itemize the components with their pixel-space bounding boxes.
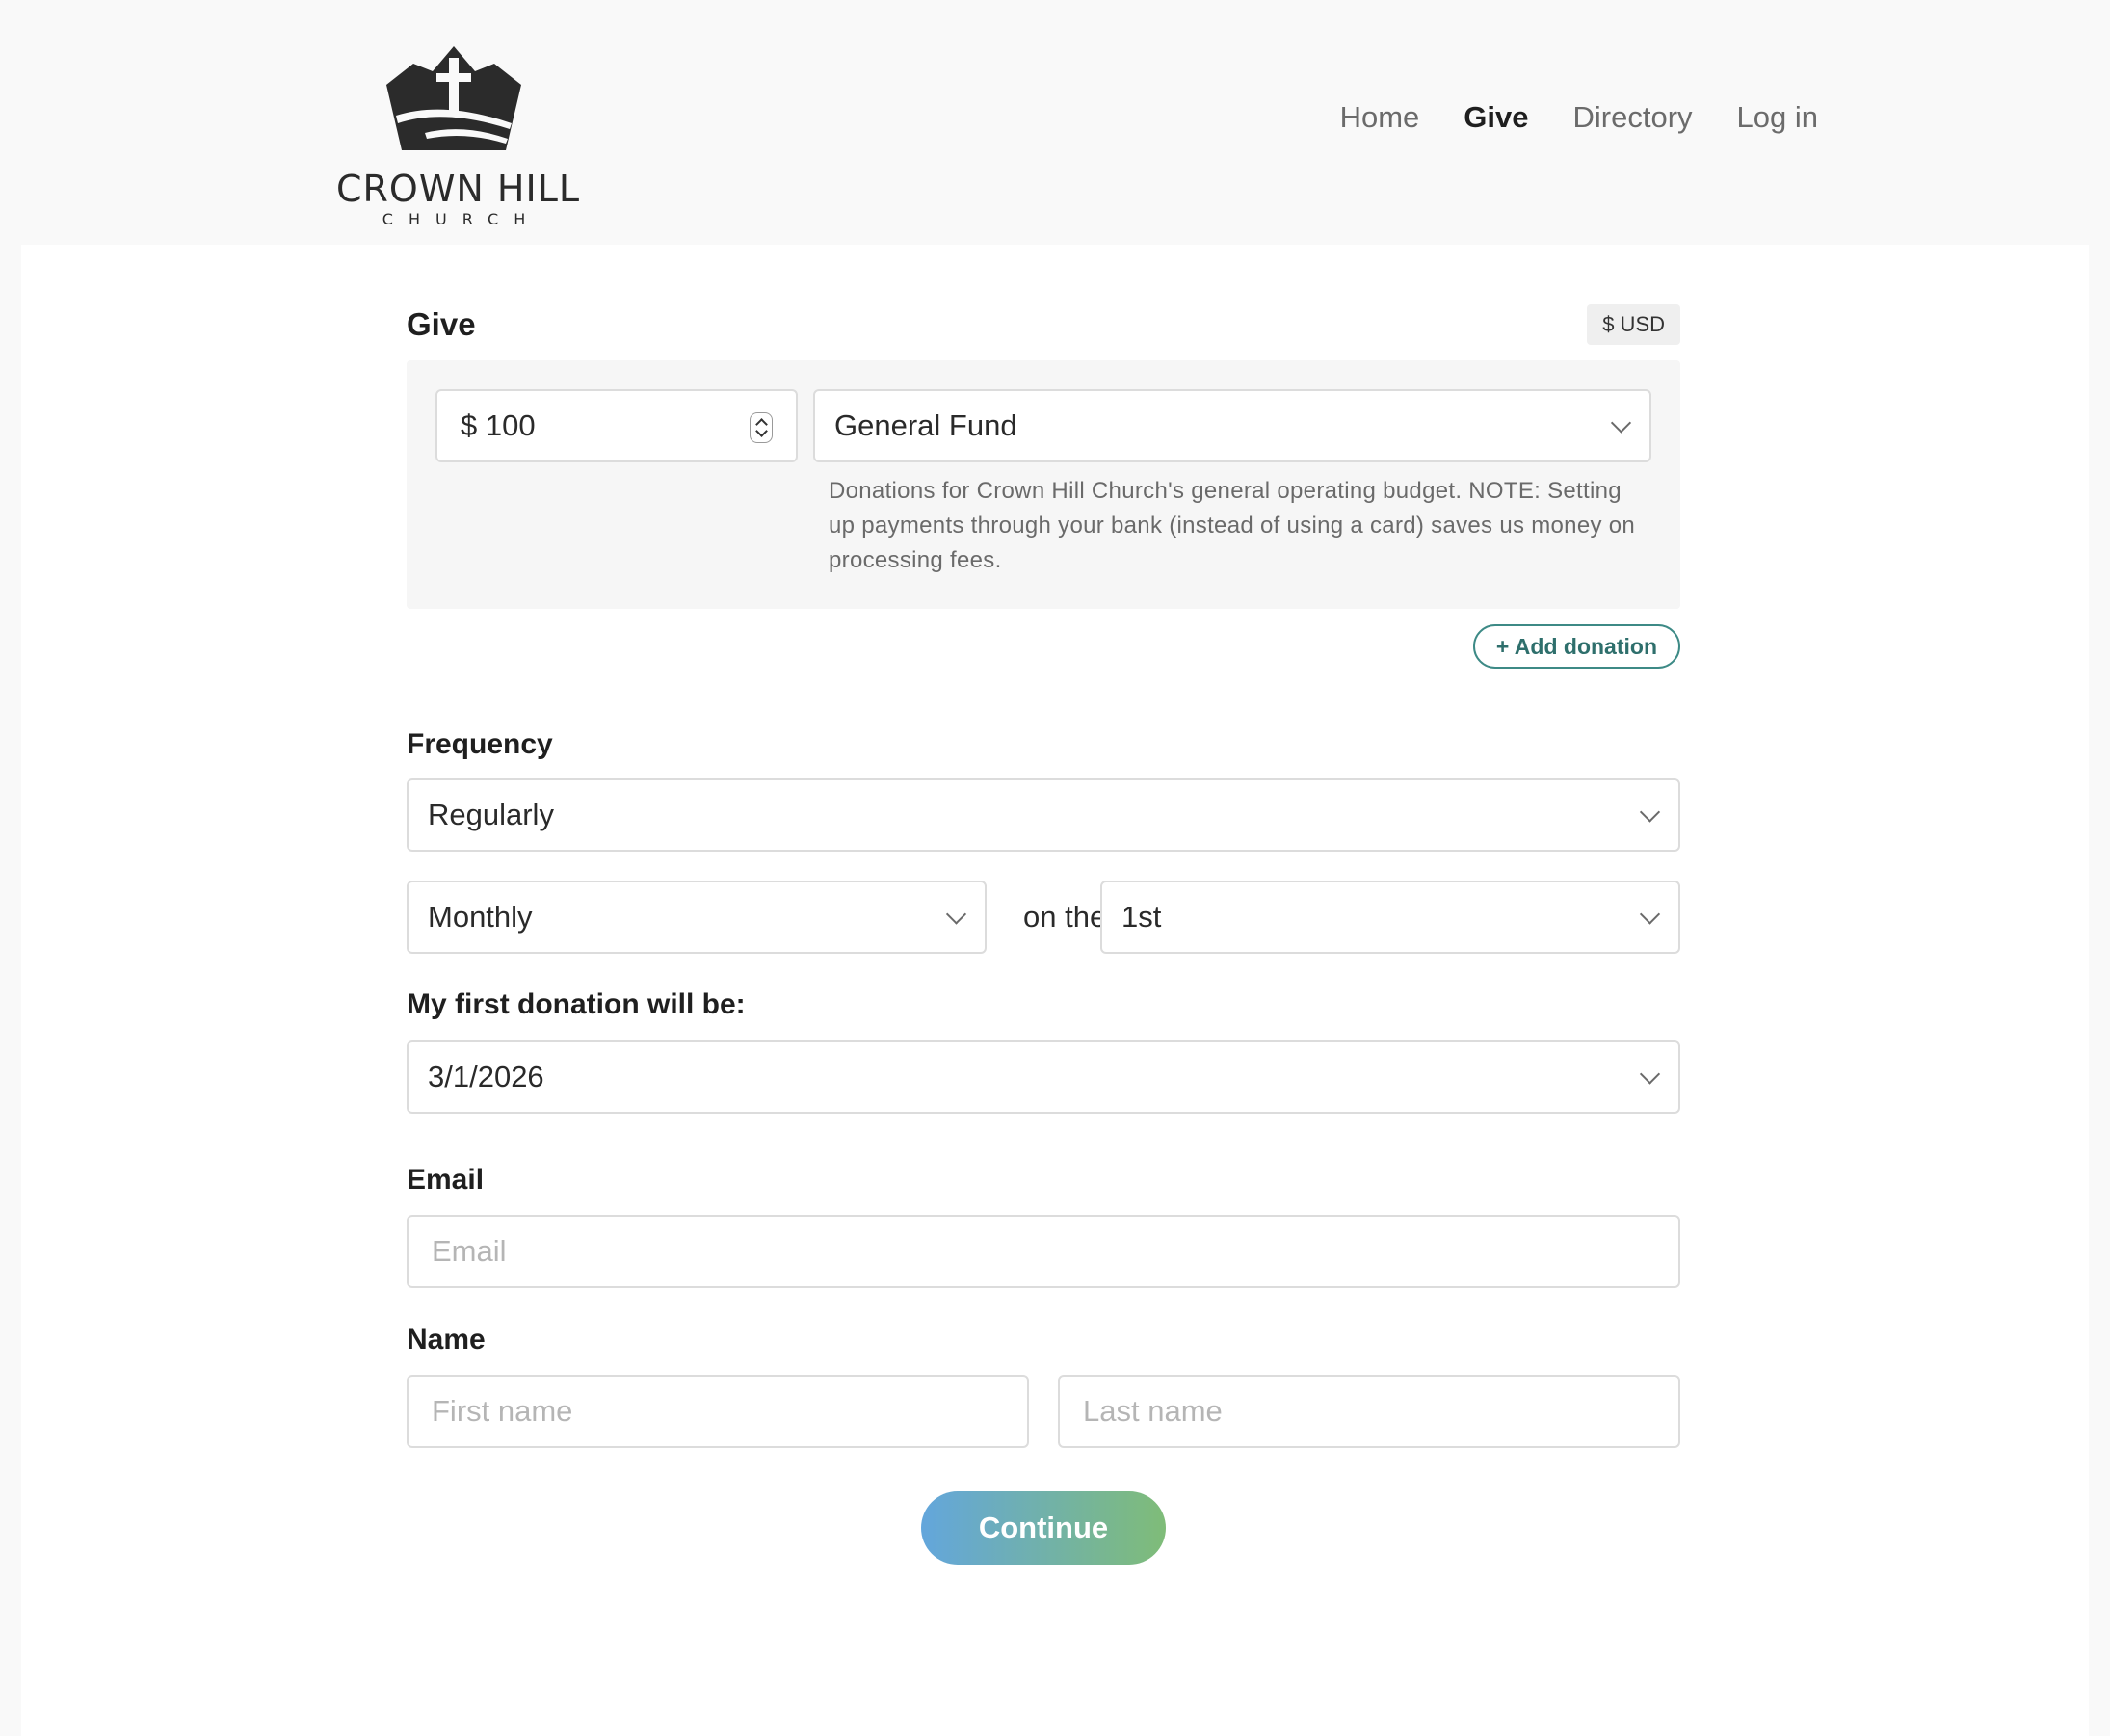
logo-subtitle: CHURCH	[382, 210, 541, 228]
frequency-value: Regularly	[428, 798, 554, 831]
day-select[interactable]: 1st	[1100, 881, 1680, 954]
period-value: Monthly	[428, 900, 533, 934]
crown-cross-icon	[386, 46, 521, 150]
fund-select[interactable]: General Fund	[813, 389, 1651, 462]
first-donation-date-select[interactable]: 3/1/2026	[407, 1040, 1680, 1114]
first-donation-date-value: 3/1/2026	[428, 1060, 544, 1093]
frequency-select[interactable]: Regularly	[407, 778, 1680, 852]
currency-badge[interactable]: $ USD	[1587, 304, 1680, 345]
day-value: 1st	[1121, 900, 1162, 934]
fund-value: General Fund	[834, 408, 1017, 442]
email-label: Email	[407, 1164, 485, 1196]
first-name-placeholder: First name	[432, 1394, 573, 1428]
period-select[interactable]: Monthly	[407, 881, 987, 954]
email-placeholder: Email	[432, 1234, 507, 1268]
nav-home[interactable]: Home	[1340, 100, 1420, 135]
chevron-down-icon	[1639, 1064, 1661, 1085]
site-header: CROWN HILL CHURCH Home Give Directory Lo…	[0, 0, 2110, 245]
main-nav: Home Give Directory Log in	[1340, 100, 1818, 135]
last-name-field[interactable]: Last name	[1058, 1375, 1680, 1448]
give-card: Give $ USD $ 100 General Fund Donations …	[21, 245, 2089, 1736]
on-the-text: on the	[1023, 900, 1107, 934]
fund-description: Donations for Crown Hill Church's genera…	[829, 478, 1636, 573]
email-field[interactable]: Email	[407, 1215, 1680, 1288]
donation-row: $ 100 General Fund Donations for Crown H…	[407, 360, 1680, 609]
first-donation-label: My first donation will be:	[407, 988, 746, 1020]
chevron-down-icon	[945, 904, 967, 925]
nav-give[interactable]: Give	[1464, 100, 1528, 135]
continue-button[interactable]: Continue	[921, 1491, 1166, 1565]
name-label: Name	[407, 1324, 486, 1355]
first-name-field[interactable]: First name	[407, 1375, 1029, 1448]
amount-value: $ 100	[461, 408, 536, 442]
add-donation-button[interactable]: + Add donation	[1472, 624, 1680, 669]
nav-directory[interactable]: Directory	[1573, 100, 1693, 135]
logo-wordmark: CROWN HILL	[336, 168, 581, 210]
chevron-down-icon	[1610, 412, 1632, 434]
frequency-label: Frequency	[407, 728, 553, 760]
last-name-placeholder: Last name	[1083, 1394, 1223, 1428]
stepper-icon[interactable]	[750, 412, 773, 443]
give-title: Give	[407, 306, 476, 342]
chevron-down-icon	[1639, 802, 1661, 823]
chevron-down-icon	[1639, 904, 1661, 925]
amount-input[interactable]: $ 100	[435, 389, 798, 462]
nav-login[interactable]: Log in	[1737, 100, 1818, 135]
church-logo[interactable]: CROWN HILL CHURCH	[336, 46, 581, 231]
